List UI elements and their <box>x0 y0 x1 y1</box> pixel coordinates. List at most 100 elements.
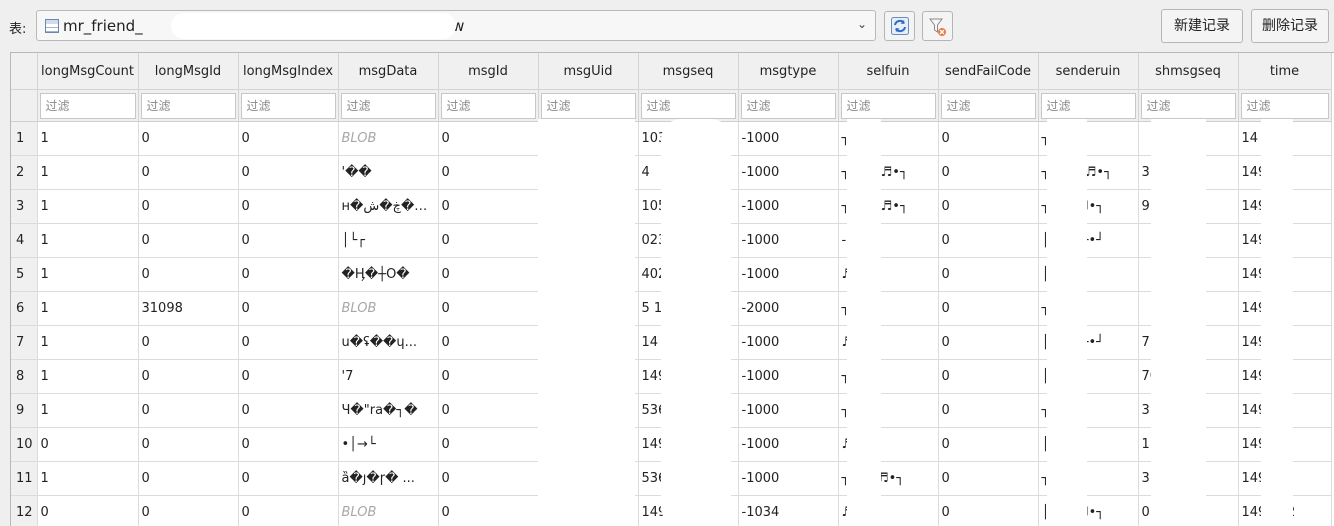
cell-msgid[interactable]: 0 <box>438 462 538 496</box>
cell-msgid[interactable]: 0 <box>438 122 538 156</box>
cell-msgdata[interactable]: ȁ�ȷ�ɼ� ... <box>338 462 438 496</box>
cell-msgdata[interactable]: '�� <box>338 156 438 190</box>
filter-input-msgid[interactable] <box>441 93 536 119</box>
column-header-selfuin[interactable]: selfuin <box>838 53 938 90</box>
cell-msgdata[interactable]: BLOB <box>338 292 438 326</box>
filter-input-sendfailcode[interactable] <box>941 93 1036 119</box>
delete-record-button[interactable]: 删除记录 <box>1251 9 1329 43</box>
cell-longmsgindex[interactable]: 0 <box>238 292 338 326</box>
column-header-msgdata[interactable]: msgData <box>338 53 438 90</box>
cell-sendfailcode[interactable]: 0 <box>938 292 1038 326</box>
cell-sendfailcode[interactable]: 0 <box>938 462 1038 496</box>
cell-msgtype[interactable]: -1000 <box>738 326 838 360</box>
cell-longmsgid[interactable]: 31098 <box>138 292 238 326</box>
cell-sendfailcode[interactable]: 0 <box>938 394 1038 428</box>
cell-longmsgindex[interactable]: 0 <box>238 224 338 258</box>
cell-longmsgcount[interactable]: 1 <box>37 224 138 258</box>
cell-longmsgindex[interactable]: 0 <box>238 428 338 462</box>
column-header-longmsgid[interactable]: longMsgId <box>138 53 238 90</box>
table-select[interactable]: mr_friend_E_New ⌄ <box>36 10 876 41</box>
cell-longmsgcount[interactable]: 1 <box>37 360 138 394</box>
cell-msgdata[interactable]: Ч�"ra�┐� <box>338 394 438 428</box>
cell-longmsgindex[interactable]: 0 <box>238 122 338 156</box>
row-number[interactable]: 11 <box>11 462 37 496</box>
cell-longmsgid[interactable]: 0 <box>138 190 238 224</box>
cell-longmsgid[interactable]: 0 <box>138 496 238 526</box>
cell-msgid[interactable]: 0 <box>438 360 538 394</box>
cell-msgtype[interactable]: -1000 <box>738 428 838 462</box>
cell-msgdata[interactable]: │└┌ <box>338 224 438 258</box>
cell-sendfailcode[interactable]: 0 <box>938 224 1038 258</box>
cell-msgdata[interactable]: BLOB <box>338 496 438 526</box>
cell-msgid[interactable]: 0 <box>438 326 538 360</box>
cell-longmsgcount[interactable]: 0 <box>37 428 138 462</box>
row-number[interactable]: 6 <box>11 292 37 326</box>
cell-msgtype[interactable]: -2000 <box>738 292 838 326</box>
cell-msgdata[interactable]: �Ӊ�┼O� <box>338 258 438 292</box>
cell-longmsgid[interactable]: 0 <box>138 122 238 156</box>
cell-longmsgcount[interactable]: 1 <box>37 190 138 224</box>
cell-msgtype[interactable]: -1000 <box>738 360 838 394</box>
filter-input-shmsgseq[interactable] <box>1141 93 1236 119</box>
cell-msgtype[interactable]: -1000 <box>738 122 838 156</box>
cell-longmsgindex[interactable]: 0 <box>238 190 338 224</box>
column-header-senderuin[interactable]: senderuin <box>1038 53 1138 90</box>
cell-sendfailcode[interactable]: 0 <box>938 326 1038 360</box>
cell-msgtype[interactable]: -1000 <box>738 156 838 190</box>
cell-msgid[interactable]: 0 <box>438 224 538 258</box>
row-number[interactable]: 5 <box>11 258 37 292</box>
cell-sendfailcode[interactable]: 0 <box>938 258 1038 292</box>
cell-longmsgindex[interactable]: 0 <box>238 258 338 292</box>
cell-msgdata[interactable]: '7 <box>338 360 438 394</box>
cell-longmsgcount[interactable]: 1 <box>37 462 138 496</box>
cell-longmsgindex[interactable]: 0 <box>238 496 338 526</box>
filter-input-longmsgid[interactable] <box>141 93 236 119</box>
cell-longmsgcount[interactable]: 0 <box>37 496 138 526</box>
cell-longmsgindex[interactable]: 0 <box>238 326 338 360</box>
cell-longmsgcount[interactable]: 1 <box>37 292 138 326</box>
column-header-longmsgindex[interactable]: longMsgIndex <box>238 53 338 90</box>
cell-sendfailcode[interactable]: 0 <box>938 190 1038 224</box>
cell-longmsgid[interactable]: 0 <box>138 462 238 496</box>
column-header-sendfailcode[interactable]: sendFailCode <box>938 53 1038 90</box>
column-header-shmsgseq[interactable]: shmsgseq <box>1138 53 1238 90</box>
cell-msgtype[interactable]: -1000 <box>738 224 838 258</box>
row-number[interactable]: 1 <box>11 122 37 156</box>
cell-longmsgid[interactable]: 0 <box>138 258 238 292</box>
cell-msgdata[interactable]: ʜ�ڿ�ش�g... <box>338 190 438 224</box>
filter-input-msgtype[interactable] <box>741 93 836 119</box>
column-header-msgid[interactable]: msgId <box>438 53 538 90</box>
refresh-button[interactable] <box>884 11 915 41</box>
cell-sendfailcode[interactable]: 0 <box>938 122 1038 156</box>
cell-msgtype[interactable]: -1000 <box>738 190 838 224</box>
cell-sendfailcode[interactable]: 0 <box>938 156 1038 190</box>
clear-filters-button[interactable] <box>922 11 953 41</box>
column-header-time[interactable]: time <box>1238 53 1331 90</box>
cell-longmsgcount[interactable]: 1 <box>37 394 138 428</box>
cell-longmsgindex[interactable]: 0 <box>238 462 338 496</box>
filter-input-msgseq[interactable] <box>641 93 736 119</box>
chevron-down-icon[interactable]: ⌄ <box>857 17 867 31</box>
cell-longmsgindex[interactable]: 0 <box>238 360 338 394</box>
cell-msgid[interactable]: 0 <box>438 394 538 428</box>
cell-msgid[interactable]: 0 <box>438 428 538 462</box>
filter-input-longmsgindex[interactable] <box>241 93 336 119</box>
column-header-longmsgcount[interactable]: longMsgCount <box>37 53 138 90</box>
cell-longmsgid[interactable]: 0 <box>138 394 238 428</box>
cell-msgtype[interactable]: -1034 <box>738 496 838 526</box>
cell-msgid[interactable]: 0 <box>438 496 538 526</box>
row-number[interactable]: 12 <box>11 496 37 526</box>
row-number[interactable]: 2 <box>11 156 37 190</box>
cell-longmsgid[interactable]: 0 <box>138 428 238 462</box>
cell-longmsgid[interactable]: 0 <box>138 156 238 190</box>
column-header-msgtype[interactable]: msgtype <box>738 53 838 90</box>
cell-longmsgid[interactable]: 0 <box>138 360 238 394</box>
filter-input-time[interactable] <box>1241 93 1329 119</box>
cell-msgdata[interactable]: u�ʢ��ɥ... <box>338 326 438 360</box>
cell-longmsgindex[interactable]: 0 <box>238 394 338 428</box>
cell-msgtype[interactable]: -1000 <box>738 394 838 428</box>
cell-msgid[interactable]: 0 <box>438 292 538 326</box>
cell-longmsgcount[interactable]: 1 <box>37 122 138 156</box>
cell-longmsgcount[interactable]: 1 <box>37 156 138 190</box>
row-number[interactable]: 8 <box>11 360 37 394</box>
